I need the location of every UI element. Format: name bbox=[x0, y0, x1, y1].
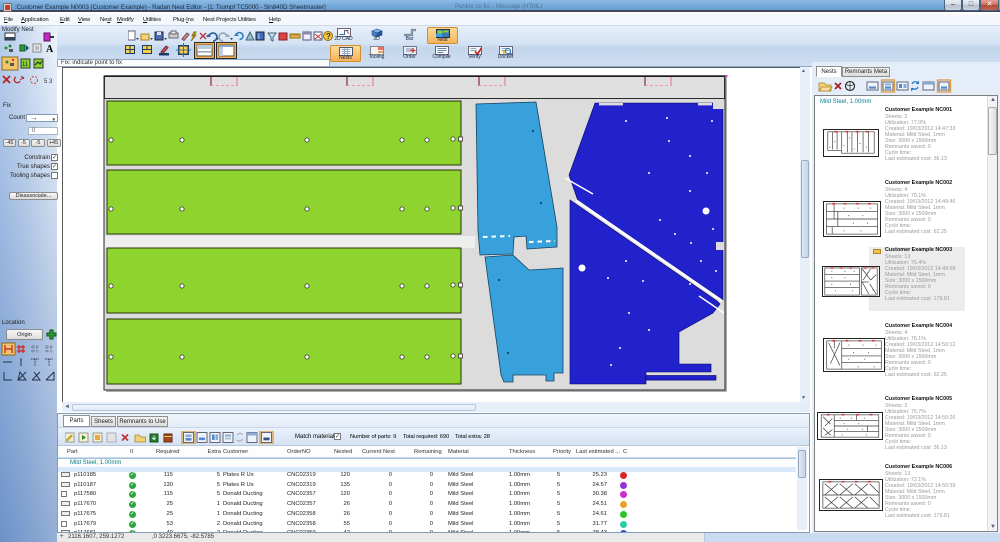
svg-text:5 3: 5 3 bbox=[44, 79, 53, 85]
svg-text:A: A bbox=[46, 44, 54, 55]
svg-text:11: 11 bbox=[22, 62, 29, 68]
svg-text:i: i bbox=[258, 32, 260, 41]
